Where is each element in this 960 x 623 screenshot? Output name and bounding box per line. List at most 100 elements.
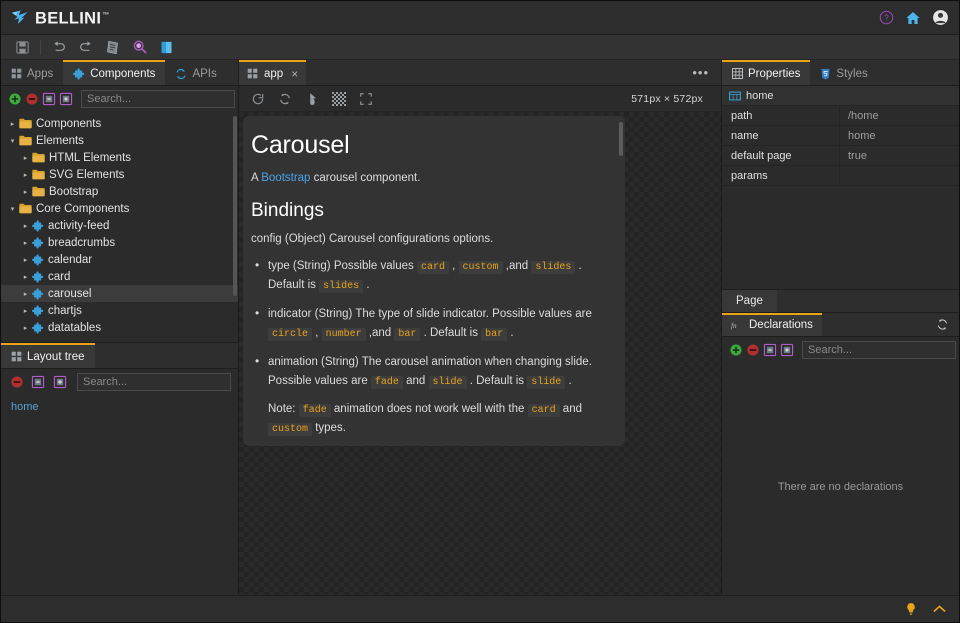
tree-item-html-elements[interactable]: ▸HTML Elements — [1, 149, 238, 166]
component-doc-card: Carousel A Bootstrap carousel component.… — [243, 116, 625, 446]
chevron-down-icon[interactable]: ▾ — [6, 137, 19, 145]
chevron-right-icon[interactable]: ▸ — [19, 273, 32, 281]
property-value[interactable]: true — [840, 146, 959, 165]
expand-all-icon[interactable] — [780, 340, 794, 359]
home-icon[interactable] — [905, 10, 921, 26]
declarations-search-input[interactable] — [802, 341, 956, 359]
tree-item-carousel[interactable]: ▸ carousel — [1, 285, 238, 302]
property-value[interactable] — [840, 166, 959, 185]
tab-styles[interactable]: Styles — [810, 60, 877, 85]
chevron-right-icon[interactable]: ▸ — [19, 324, 32, 332]
tree-item-datatables[interactable]: ▸datatables — [1, 319, 238, 336]
collapse-all-icon[interactable] — [42, 90, 56, 109]
collapse-all-icon[interactable] — [29, 373, 47, 392]
doc-text: , — [449, 260, 459, 272]
tree-item-chartjs[interactable]: ▸chartjs — [1, 302, 238, 319]
close-icon[interactable]: × — [291, 67, 298, 81]
chevron-right-icon[interactable]: ▸ — [19, 222, 32, 230]
property-value[interactable]: home — [840, 126, 959, 145]
doc-text: . Default is — [420, 327, 481, 339]
refresh-sync-icon[interactable] — [274, 89, 296, 109]
page-tabstrip: Page — [722, 289, 959, 313]
puzzle-icon — [32, 254, 44, 266]
tree-item-elements[interactable]: ▾Elements — [1, 132, 238, 149]
delete-red-icon[interactable] — [8, 373, 26, 392]
code-token: card — [417, 261, 449, 274]
refresh-cycle-icon[interactable] — [926, 313, 959, 336]
expand-all-icon[interactable] — [59, 90, 73, 109]
brand-trademark: ™ — [102, 12, 109, 19]
doc-note: Note: fade animation does not work well … — [268, 400, 611, 438]
chevron-right-icon[interactable]: ▸ — [19, 154, 32, 162]
expand-all-icon[interactable] — [51, 373, 69, 392]
tab-layout-tree[interactable]: Layout tree — [1, 343, 95, 368]
tab-apps[interactable]: Apps — [1, 60, 63, 85]
tab-properties[interactable]: Properties — [722, 60, 810, 85]
tab-page[interactable]: Page — [722, 290, 777, 312]
chevron-right-icon[interactable]: ▸ — [19, 307, 32, 315]
add-green-icon[interactable] — [729, 340, 743, 359]
property-row: path/home — [722, 106, 959, 126]
layout-tree-search-input[interactable] — [77, 373, 231, 391]
puzzle-icon — [32, 288, 44, 300]
lightbulb-icon[interactable] — [904, 602, 918, 616]
chevron-right-icon[interactable]: ▸ — [19, 171, 32, 179]
design-canvas[interactable]: Carousel A Bootstrap carousel component.… — [239, 112, 721, 595]
tree-item-label: carousel — [48, 288, 91, 300]
notes-icon[interactable] — [100, 37, 125, 58]
chevron-right-icon[interactable]: ▸ — [19, 188, 32, 196]
tab-apis[interactable]: APIs — [165, 60, 226, 85]
collapse-all-icon[interactable] — [763, 340, 777, 359]
code-token: fade — [299, 404, 331, 417]
delete-red-icon[interactable] — [25, 90, 39, 109]
fx-function-icon: fn — [731, 320, 744, 331]
tree-item-card[interactable]: ▸card — [1, 268, 238, 285]
chevron-right-icon[interactable]: ▸ — [19, 290, 32, 298]
folder-icon — [19, 118, 32, 129]
account-avatar-icon[interactable] — [932, 9, 949, 26]
components-search-input[interactable] — [81, 90, 235, 108]
pointer-select-icon[interactable] — [301, 89, 323, 109]
tree-item-bootstrap[interactable]: ▸Bootstrap — [1, 183, 238, 200]
tree-item-activity-feed[interactable]: ▸activity-feed — [1, 217, 238, 234]
reload-icon[interactable] — [247, 89, 269, 109]
grid-overlay-icon[interactable] — [328, 89, 350, 109]
search-magnifier-icon[interactable] — [127, 37, 152, 58]
list-item[interactable]: home — [11, 401, 238, 413]
left-panel-tabstrip: Apps Components APIs — [1, 60, 238, 86]
save-icon[interactable] — [10, 37, 35, 58]
tree-item-breadcrumbs[interactable]: ▸breadcrumbs — [1, 234, 238, 251]
bootstrap-link[interactable]: Bootstrap — [261, 172, 310, 184]
code-token: card — [528, 404, 560, 417]
tab-apps-label: Apps — [27, 68, 53, 80]
tab-components[interactable]: Components — [63, 60, 165, 85]
undo-icon[interactable] — [46, 37, 71, 58]
chevron-right-icon[interactable]: ▸ — [19, 256, 32, 264]
tree-item-core-components[interactable]: ▾Core Components — [1, 200, 238, 217]
tab-app[interactable]: app × — [239, 60, 306, 85]
doc-scrollbar[interactable] — [619, 122, 623, 156]
chevron-up-icon[interactable] — [932, 603, 947, 615]
tree-item-svg-elements[interactable]: ▸SVG Elements — [1, 166, 238, 183]
help-circle-icon[interactable]: ? — [879, 10, 894, 25]
chevron-right-icon[interactable]: ▸ — [6, 120, 19, 128]
chevron-down-icon[interactable]: ▾ — [6, 205, 19, 213]
css-shield-icon — [820, 68, 831, 80]
components-tree[interactable]: ▸Components▾Elements▸HTML Elements▸SVG E… — [1, 112, 238, 342]
toolbar-divider — [40, 40, 41, 55]
editor-overflow-menu[interactable]: ••• — [680, 60, 721, 85]
add-green-icon[interactable] — [8, 90, 22, 109]
book-icon[interactable] — [154, 37, 179, 58]
tab-declarations[interactable]: fn Declarations — [722, 313, 822, 336]
center-panel: app × ••• — [239, 60, 721, 595]
delete-red-icon[interactable] — [746, 340, 760, 359]
redo-icon[interactable] — [73, 37, 98, 58]
tree-item-components[interactable]: ▸Components — [1, 115, 238, 132]
chevron-right-icon[interactable]: ▸ — [19, 239, 32, 247]
tree-item-calendar[interactable]: ▸calendar — [1, 251, 238, 268]
puzzle-icon — [32, 237, 44, 249]
fit-screen-icon[interactable] — [355, 89, 377, 109]
status-bar — [1, 595, 959, 622]
property-value[interactable]: /home — [840, 106, 959, 125]
components-tree-scrollbar[interactable] — [233, 116, 237, 296]
